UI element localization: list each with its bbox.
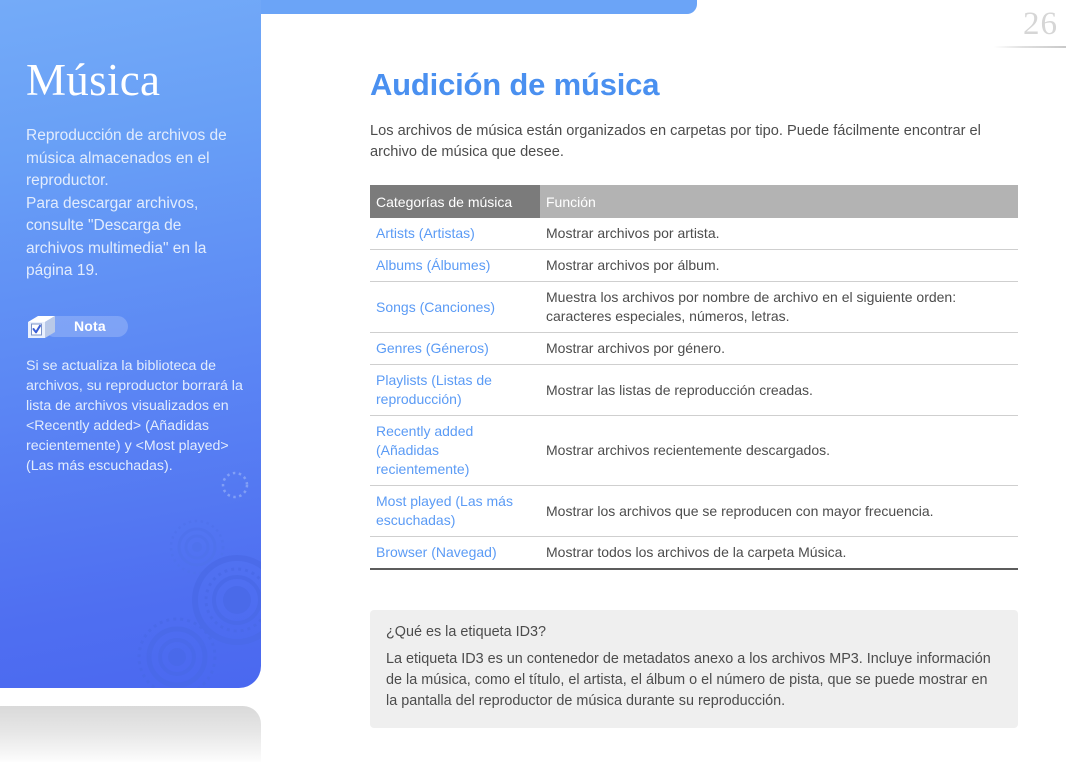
section-intro: Los archivos de música están organizados… [370,123,981,160]
note-badge: Nota [26,314,128,340]
table-row: Browser (Navegad) Mostrar todos los arch… [370,536,1018,570]
page-number: 26 [1023,6,1058,42]
table-row: Artists (Artistas) Mostrar archivos por … [370,218,1018,250]
table-cell-function: Mostrar archivos por género. [540,332,1018,365]
table-cell-category: Albums (Álbumes) [370,249,540,282]
table-row: Albums (Álbumes) Mostrar archivos por ál… [370,249,1018,282]
table-row: Genres (Géneros) Mostrar archivos por gé… [370,332,1018,365]
table-header-function: Función [540,185,1018,218]
table-cell-category: Recently added (Añadidas recientemente) [370,415,540,486]
table-cell-function: Muestra los archivos por nombre de archi… [540,281,1018,333]
table-cell-function: Mostrar las listas de reproducción cread… [540,364,1018,416]
music-categories-table: Categorías de música Función Artists (Ar… [370,185,1018,570]
section-title: Audición de música [370,67,660,102]
table-cell-function: Mostrar todos los archivos de la carpeta… [540,536,1018,570]
table-cell-category: Most played (Las más escuchadas) [370,485,540,537]
table-cell-function: Mostrar archivos por artista. [540,218,1018,250]
note-label: Nota [74,317,106,334]
table-header-category: Categorías de música [370,185,540,218]
table-row: Playlists (Listas de reproducción) Mostr… [370,364,1018,416]
table-row: Songs (Canciones) Muestra los archivos p… [370,281,1018,333]
bottom-left-gray-panel [0,706,261,762]
note-text: Si se actualiza la biblioteca de archivo… [26,357,243,474]
main-content: Audición de música Los archivos de músic… [370,0,1018,728]
table-cell-category: Artists (Artistas) [370,218,540,250]
table-cell-category: Genres (Géneros) [370,332,540,365]
id3-info-box: ¿Qué es la etiqueta ID3? La etiqueta ID3… [370,610,1018,728]
table-cell-function: Mostrar los archivos que se reproducen c… [540,485,1018,537]
table-row: Most played (Las más escuchadas) Mostrar… [370,485,1018,537]
sidebar: Música Reproducción de archivos de músic… [0,0,261,688]
table-row: Recently added (Añadidas recientemente) … [370,415,1018,486]
table-body: Artists (Artistas) Mostrar archivos por … [370,218,1018,570]
table-cell-category: Browser (Navegad) [370,536,540,570]
table-cell-category: Playlists (Listas de reproducción) [370,364,540,416]
table-cell-function: Mostrar archivos recientemente descargad… [540,415,1018,486]
id3-question: ¿Qué es la etiqueta ID3? [386,624,546,640]
table-header-row: Categorías de música Función [370,185,1018,218]
id3-body-text: La etiqueta ID3 es un contenedor de meta… [386,651,991,709]
note-cube-check-icon [28,315,55,338]
page-title: Música [26,55,161,105]
table-cell-function: Mostrar archivos por álbum. [540,249,1018,282]
table-cell-category: Songs (Canciones) [370,281,540,333]
sidebar-description: Reproducción de archivos de música almac… [26,127,227,279]
